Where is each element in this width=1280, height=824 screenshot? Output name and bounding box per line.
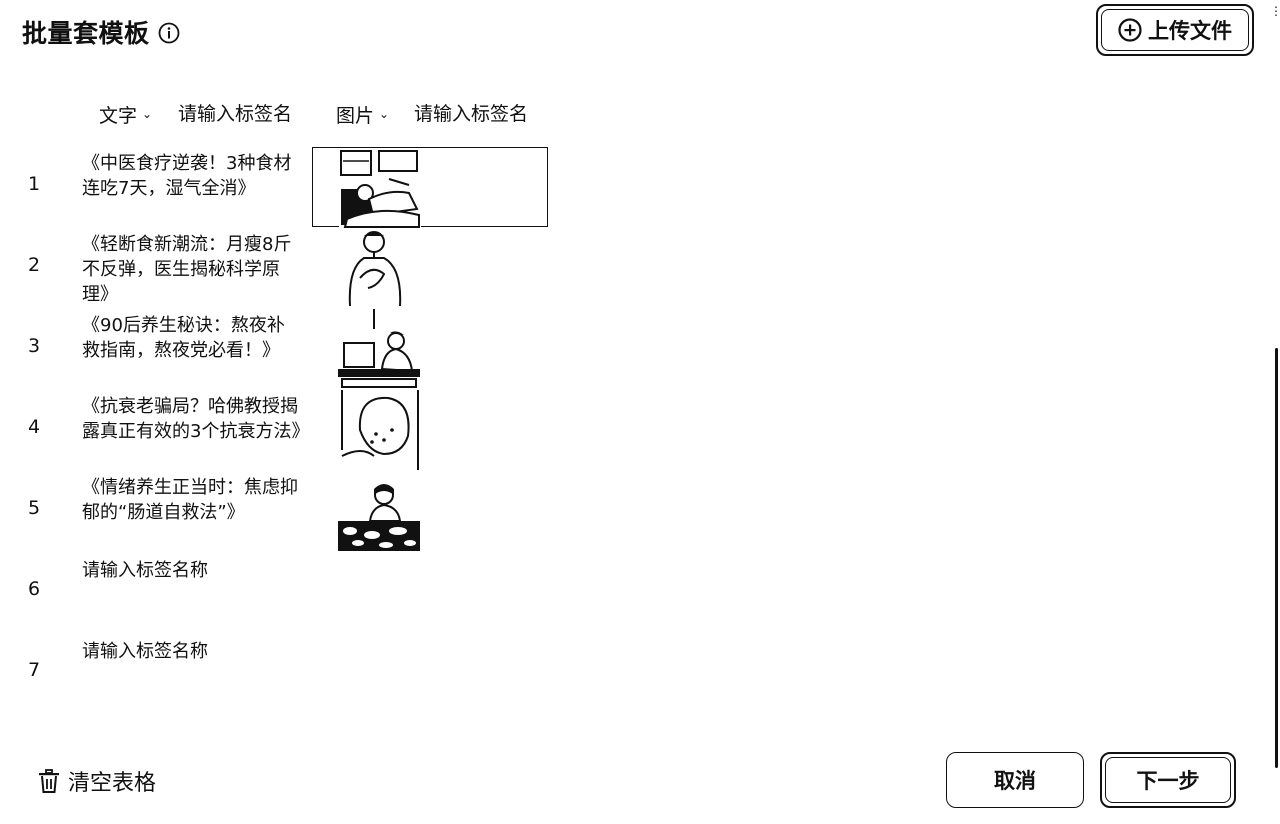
table-row: 3 《90后养生秘诀：熬夜补救指南，熬夜党必看！》 — [0, 309, 1280, 390]
illustration-person-at-computer — [338, 309, 420, 388]
upload-file-button[interactable]: 上传文件 — [1096, 4, 1254, 56]
image-cell[interactable] — [312, 633, 548, 713]
thumbnail-image — [338, 309, 420, 389]
row-number: 3 — [28, 335, 41, 357]
table-row: 2 《轻断食新潮流：月瘦8斤不反弹，医生揭秘科学原理》 — [0, 228, 1280, 309]
table-row: 7 请输入标签名称 — [0, 633, 1280, 714]
chevron-down-icon: ⌄ — [142, 107, 153, 121]
row-number: 2 — [28, 254, 41, 276]
text-cell[interactable]: 《中医食疗逆袭！3种食材连吃7天，湿气全消》 — [82, 151, 302, 225]
row-number: 7 — [28, 659, 41, 681]
image-cell[interactable] — [312, 552, 548, 632]
image-cell[interactable] — [312, 228, 548, 308]
cancel-label: 取消 — [994, 769, 1036, 793]
info-icon[interactable] — [158, 21, 180, 44]
illustration-person-holding-chest — [348, 231, 402, 307]
cancel-button[interactable]: 取消 — [946, 752, 1084, 808]
text-cell[interactable]: 《轻断食新潮流：月瘦8斤不反弹，医生揭秘科学原理》 — [82, 232, 302, 306]
thumbnail-image — [338, 228, 420, 308]
table-row: 1 《中医食疗逆袭！3种食材连吃7天，湿气全消》 — [0, 147, 1280, 229]
table-row: 4 《抗衰老骗局？哈佛教授揭露真正有效的3个抗衰方法》 — [0, 390, 1280, 471]
vertical-scrollbar[interactable] — [1275, 348, 1278, 768]
column-type-label: 图片 — [336, 104, 375, 127]
text-cell[interactable]: 《情绪养生正当时：焦虑抑郁的“肠道自救法”》 — [82, 475, 302, 549]
text-cell-placeholder[interactable]: 请输入标签名称 — [82, 639, 302, 713]
row-number: 6 — [28, 578, 41, 600]
text-cell[interactable]: 《抗衰老骗局？哈佛教授揭露真正有效的3个抗衰方法》 — [82, 394, 302, 468]
row-number: 5 — [28, 497, 41, 519]
column-name-input[interactable] — [178, 100, 318, 128]
thumbnail-image — [338, 471, 420, 551]
thumbnail-image — [339, 149, 421, 229]
column-type-select-text[interactable]: 文字 ⌄ — [99, 100, 152, 128]
row-number: 4 — [28, 416, 41, 438]
row-number: 1 — [28, 173, 41, 195]
next-step-label: 下一步 — [1136, 769, 1200, 793]
clear-table-label: 清空表格 — [68, 771, 157, 796]
illustration-person-with-food — [338, 484, 420, 551]
table-row: 5 《情绪养生正当时：焦虑抑郁的“肠道自救法”》 — [0, 471, 1280, 552]
next-step-button[interactable]: 下一步 — [1100, 752, 1236, 808]
table-row: 6 请输入标签名称 — [0, 552, 1280, 633]
edge-fragment: ⋮ — [1270, 4, 1280, 18]
page-title: 批量套模板 — [22, 14, 180, 50]
chevron-down-icon: ⌄ — [379, 107, 390, 121]
column-name-input[interactable] — [414, 100, 554, 128]
text-cell-placeholder[interactable]: 请输入标签名称 — [82, 558, 302, 632]
page-title-text: 批量套模板 — [22, 19, 150, 48]
trash-icon — [36, 768, 62, 794]
column-type-select-image[interactable]: 图片 ⌄ — [336, 100, 389, 128]
upload-file-label: 上传文件 — [1148, 19, 1232, 43]
thumbnail-image — [338, 390, 420, 470]
image-cell[interactable] — [312, 390, 548, 470]
illustration-face-closeup — [341, 390, 419, 470]
column-type-label: 文字 — [99, 104, 138, 127]
image-cell[interactable] — [312, 309, 548, 389]
image-cell[interactable] — [312, 471, 548, 551]
text-cell[interactable]: 《90后养生秘诀：熬夜补救指南，熬夜党必看！》 — [82, 313, 302, 387]
clear-table-button[interactable]: 清空表格 — [36, 765, 156, 797]
image-cell[interactable] — [312, 147, 548, 229]
plus-circle-icon — [1118, 18, 1142, 42]
illustration-person-in-bed — [339, 149, 421, 229]
